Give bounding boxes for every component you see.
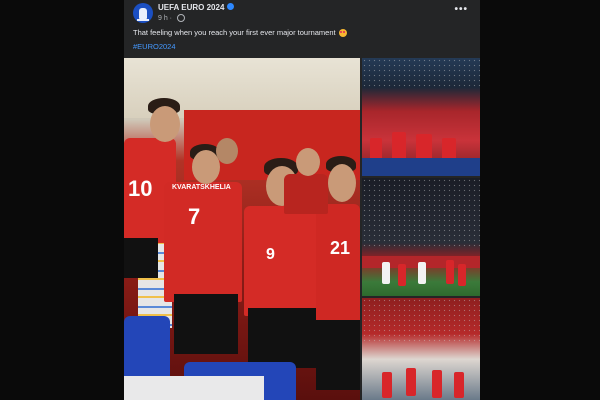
photo-thumbnail-1[interactable] — [362, 58, 480, 176]
player-head — [216, 138, 238, 164]
post-caption: That feeling when you reach your first e… — [133, 28, 347, 38]
jersey-number: 7 — [188, 204, 201, 229]
player-head — [296, 148, 320, 176]
left-background — [0, 0, 124, 400]
right-background — [480, 0, 600, 400]
player-figure — [406, 368, 416, 396]
jersey-number: 10 — [128, 176, 153, 201]
page-name-link[interactable]: UEFA EURO 2024 — [158, 3, 235, 12]
main-photo[interactable]: 10 KVARATSKHELIA 7 9 21 — [124, 58, 360, 400]
player-head — [328, 164, 356, 202]
player-7 — [164, 182, 242, 302]
globe-icon — [176, 14, 185, 22]
crowd — [362, 298, 480, 342]
heart-eyes-emoji-icon — [338, 29, 347, 38]
player-figure — [432, 370, 442, 398]
player-figure — [398, 264, 406, 286]
ad-board — [362, 158, 480, 176]
uefa-trophy-icon — [137, 7, 149, 21]
jersey-number: 9 — [266, 246, 275, 263]
player-figure — [446, 260, 454, 284]
caption-text: That feeling when you reach your first e… — [133, 28, 336, 37]
player-figure — [382, 262, 390, 284]
crowd — [362, 178, 480, 248]
verified-icon — [227, 3, 235, 11]
player-figure — [418, 262, 426, 284]
player-figure — [458, 264, 466, 286]
player-9 — [244, 206, 322, 316]
more-options-icon[interactable]: ••• — [454, 4, 468, 15]
facebook-post: UEFA EURO 2024 9 h · ••• That feeling wh… — [124, 0, 480, 400]
table — [124, 376, 264, 400]
shorts — [316, 320, 360, 390]
player-head — [150, 106, 180, 142]
player-background — [284, 174, 328, 214]
jersey-name: KVARATSKHELIA — [172, 184, 231, 191]
post-timestamp[interactable]: 9 h — [158, 15, 168, 22]
post-meta: 9 h · — [158, 14, 185, 22]
shorts — [248, 308, 318, 368]
page-name: UEFA EURO 2024 — [158, 3, 225, 12]
shorts — [174, 294, 238, 354]
crowd — [362, 58, 480, 88]
shorts — [124, 238, 158, 278]
photo-thumbnail-3[interactable] — [362, 298, 480, 400]
jersey-number: 21 — [330, 238, 351, 258]
chair — [124, 316, 170, 376]
photo-thumbnail-2[interactable] — [362, 178, 480, 296]
player-figure — [454, 372, 464, 398]
player-figure — [382, 372, 392, 398]
page-avatar[interactable] — [133, 3, 153, 23]
player-21 — [316, 204, 360, 328]
hashtag-link[interactable]: #EURO2024 — [133, 42, 176, 51]
